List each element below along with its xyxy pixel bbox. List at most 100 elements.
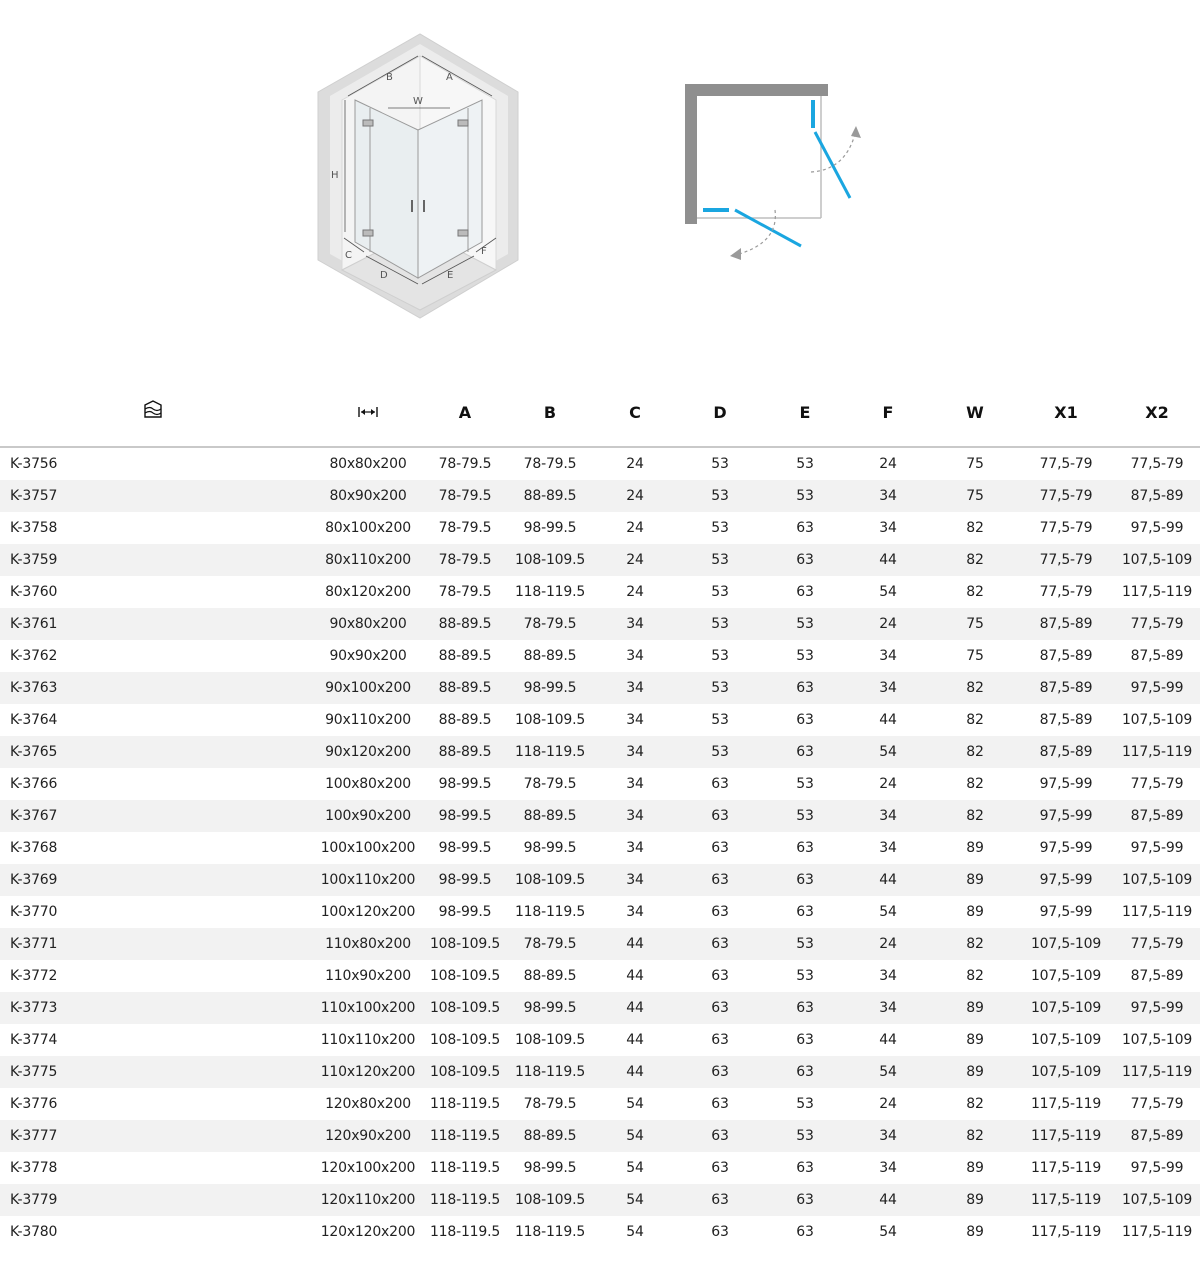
header-col-x2: X2: [1114, 378, 1200, 448]
cell-d: 63: [711, 840, 729, 856]
cell-b: 108-109.5: [514, 712, 586, 728]
cell-x1: 107,5-109: [1030, 968, 1102, 984]
cell-x1: 97,5-99: [1018, 800, 1114, 832]
cell-size: 90x90x200: [329, 648, 407, 664]
cell-c: 34: [596, 736, 674, 768]
cell-size: 120x110x200: [310, 1184, 426, 1216]
cell-w: 82: [966, 584, 984, 600]
label-d: D: [380, 270, 388, 281]
cell-w: 89: [932, 1056, 1018, 1088]
cell-e: 53: [766, 800, 844, 832]
cell-a: 88-89.5: [438, 712, 492, 728]
cell-f: 34: [879, 520, 897, 536]
cell-e: 63: [796, 584, 814, 600]
table-row: K-3762 90x90x200 88-89.5 88-89.5 34 53 53 34 75 8…: [0, 640, 1200, 672]
cell-b: 88-89.5: [504, 480, 596, 512]
table-row: K-3773 110x100x200 108-109.5 98-99.5 44 63 63 3…: [0, 992, 1200, 1024]
cell-d: 63: [711, 1224, 729, 1240]
cell-b: 98-99.5: [504, 672, 596, 704]
cell-w: 82: [932, 544, 1018, 576]
cell-c: 44: [596, 992, 674, 1024]
cell-x2: 97,5-99: [1130, 1160, 1184, 1176]
cell-x1: 77,5-79: [1039, 520, 1093, 536]
cell-x1: 117,5-119: [1018, 1184, 1114, 1216]
cell-size: 80x100x200: [325, 520, 411, 536]
header-col-f: F: [844, 378, 932, 448]
cell-x2: 117,5-119: [1114, 1056, 1200, 1088]
cell-w: 89: [966, 1224, 984, 1240]
cell-e: 53: [766, 1120, 844, 1152]
cell-x1: 117,5-119: [1018, 1120, 1114, 1152]
cell-b: 118-119.5: [514, 584, 586, 600]
cell-c: 34: [596, 864, 674, 896]
cell-product-code: K-3762: [10, 648, 58, 664]
cell-e: 53: [796, 648, 814, 664]
table-header-row: A B C D E F W X1 X2: [0, 378, 1200, 448]
cell-e: 53: [766, 928, 844, 960]
cell-x2: 77,5-79: [1114, 928, 1200, 960]
cell-d: 63: [674, 1056, 766, 1088]
table-row: K-3778 120x100x200 118-119.5 98-99.5 54 63 63 3…: [0, 1152, 1200, 1184]
cell-size: 110x90x200: [325, 968, 411, 984]
cell-f: 24: [844, 928, 932, 960]
header-size-col: [310, 378, 426, 448]
cell-x1: 107,5-109: [1030, 1032, 1102, 1048]
cell-size: 80x110x200: [310, 544, 426, 576]
cell-w: 89: [966, 904, 984, 920]
cell-a: 98-99.5: [438, 776, 492, 792]
cell-product-code: K-3757: [0, 480, 310, 512]
table-row: K-3758 80x100x200 78-79.5 98-99.5 24 53 63 34 82…: [0, 512, 1200, 544]
cell-product-code: K-3759: [0, 544, 310, 576]
cell-f: 44: [879, 712, 897, 728]
cell-f: 34: [844, 672, 932, 704]
cell-c: 44: [596, 928, 674, 960]
cell-b: 118-119.5: [504, 736, 596, 768]
cell-a: 98-99.5: [438, 904, 492, 920]
cell-f: 44: [844, 1184, 932, 1216]
dimensions-table-wrapper: A B C D E F W X1 X2 K-3756 80x80x200 78-79…: [0, 378, 1200, 1248]
cell-x1: 87,5-89: [1018, 736, 1114, 768]
cell-b: 108-109.5: [514, 1032, 586, 1048]
cell-d: 53: [711, 456, 729, 472]
cell-a: 78-79.5: [426, 544, 504, 576]
cell-product-code: K-3769: [0, 864, 310, 896]
cell-x2: 87,5-89: [1114, 800, 1200, 832]
cell-w: 82: [932, 928, 1018, 960]
cell-product-code: K-3778: [10, 1160, 58, 1176]
cell-size: 100x90x200: [310, 800, 426, 832]
cell-f: 34: [844, 480, 932, 512]
cell-w: 89: [966, 840, 984, 856]
cell-b: 78-79.5: [504, 928, 596, 960]
cell-e: 63: [796, 520, 814, 536]
cell-x2: 117,5-119: [1121, 1224, 1193, 1240]
table-row: K-3770 100x120x200 98-99.5 118-119.5 34 63 63 5…: [0, 896, 1200, 928]
cell-x1: 87,5-89: [1039, 712, 1093, 728]
cell-b: 118-119.5: [504, 1056, 596, 1088]
table-row: K-3779 120x110x200 118-119.5 108-109.5 54 63 6…: [0, 1184, 1200, 1216]
diagrams-area: B A W H C D E F: [0, 0, 1200, 370]
cell-d: 63: [711, 1096, 729, 1112]
table-row: K-3761 90x80x200 88-89.5 78-79.5 34 53 53 24 75 8…: [0, 608, 1200, 640]
cell-f: 44: [844, 864, 932, 896]
cell-size: 120x90x200: [310, 1120, 426, 1152]
label-e: E: [447, 270, 453, 281]
cell-c: 34: [626, 648, 644, 664]
cell-d: 53: [711, 584, 729, 600]
cell-product-code: K-3775: [0, 1056, 310, 1088]
cell-product-code: K-3776: [10, 1096, 58, 1112]
header-col-a: A: [426, 378, 504, 448]
cell-d: 63: [711, 1032, 729, 1048]
cell-x2: 77,5-79: [1114, 608, 1200, 640]
cell-x2: 77,5-79: [1130, 456, 1184, 472]
cell-e: 63: [766, 1184, 844, 1216]
cell-size: 120x100x200: [320, 1160, 416, 1176]
cell-c: 24: [626, 456, 644, 472]
cell-c: 54: [626, 1224, 644, 1240]
cell-b: 78-79.5: [504, 608, 596, 640]
cell-e: 63: [796, 904, 814, 920]
table-row: K-3766 100x80x200 98-99.5 78-79.5 34 63 53 24 82…: [0, 768, 1200, 800]
cell-f: 54: [844, 1056, 932, 1088]
cell-x1: 87,5-89: [1018, 672, 1114, 704]
cell-f: 54: [879, 584, 897, 600]
cell-e: 53: [766, 480, 844, 512]
